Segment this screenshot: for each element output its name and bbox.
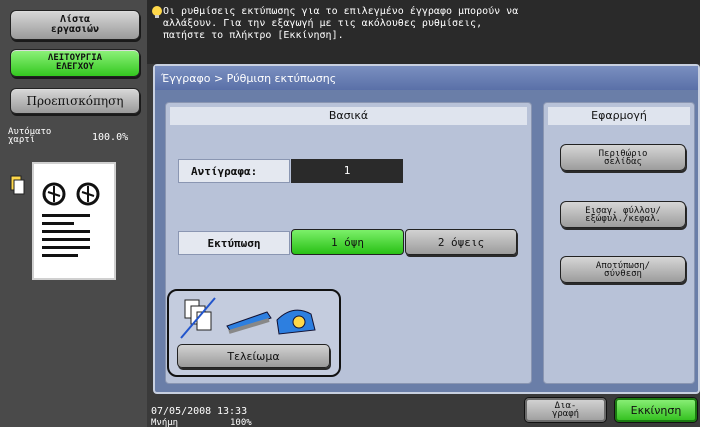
copies-label: Αντίγραφα: xyxy=(178,159,290,183)
sheet-cover-insert-button[interactable]: Εισαγ. φύλλου/ εξώφυλ./κεφαλ. xyxy=(560,201,686,228)
print-label: Εκτύπωση xyxy=(178,231,290,255)
delete-button[interactable]: Δια- γραφή xyxy=(524,397,607,423)
breadcrumb: Έγγραφο > Ρύθμιση εκτύπωσης xyxy=(155,66,698,90)
stamp-composition-button[interactable]: Αποτύπωση/ σύνθεση xyxy=(560,256,686,283)
right-edge xyxy=(700,0,704,427)
zoom-label: 100.0% xyxy=(92,132,129,143)
sort-icon xyxy=(180,297,216,339)
lightbulb-icon xyxy=(150,4,164,18)
message-bar: Οι ρυθμίσεις εκτύπωσης για το επιλεγμένο… xyxy=(147,0,700,64)
check-mode-label: ΛΕΙΤΟΥΡΓΙΑ ΕΛΕΓΧΟΥ xyxy=(47,53,103,72)
basic-tab[interactable]: Βασικά xyxy=(170,107,527,125)
time-text: 13:33 xyxy=(217,406,248,417)
staple-icon xyxy=(226,311,272,334)
application-tab[interactable]: Εφαρμογή xyxy=(548,107,690,125)
stamp-composition-label: Αποτύπωση/ σύνθεση xyxy=(595,260,651,279)
page-margin-label: Περιθώριο σελίδας xyxy=(598,148,648,167)
date-text: 07/05/2008 xyxy=(151,406,212,417)
finishing-button[interactable]: Τελείωμα xyxy=(177,344,330,368)
simplex-button[interactable]: 1 όψη xyxy=(291,229,404,255)
page-preview xyxy=(32,162,116,280)
message-text: Οι ρυθμίσεις εκτύπωσης για το επιλεγμένο… xyxy=(163,6,519,41)
sheet-cover-insert-label: Εισαγ. φύλλου/ εξώφυλ./κεφαλ. xyxy=(585,205,661,224)
start-button[interactable]: Εκκίνηση xyxy=(614,397,698,423)
delete-label: Δια- γραφή xyxy=(551,401,580,419)
preview-button[interactable]: Προεπισκόπηση xyxy=(10,88,140,114)
punch-icon xyxy=(276,309,316,335)
page-margin-button[interactable]: Περιθώριο σελίδας xyxy=(560,144,686,171)
preview-label: Προεπισκόπηση xyxy=(26,94,124,108)
job-list-button[interactable]: Λίστα εργασιών xyxy=(10,10,140,40)
duplex-button[interactable]: 2 όψεις xyxy=(405,229,517,255)
document-icon xyxy=(9,175,27,197)
job-list-label: Λίστα εργασιών xyxy=(50,14,100,35)
check-mode-button[interactable]: ΛΕΙΤΟΥΡΓΙΑ ΕΛΕΓΧΟΥ xyxy=(10,49,140,77)
finishing-icons xyxy=(175,296,325,342)
copies-field[interactable]: 1 xyxy=(291,159,403,183)
paper-setting-label: Αυτόματο χαρτί xyxy=(8,127,52,145)
